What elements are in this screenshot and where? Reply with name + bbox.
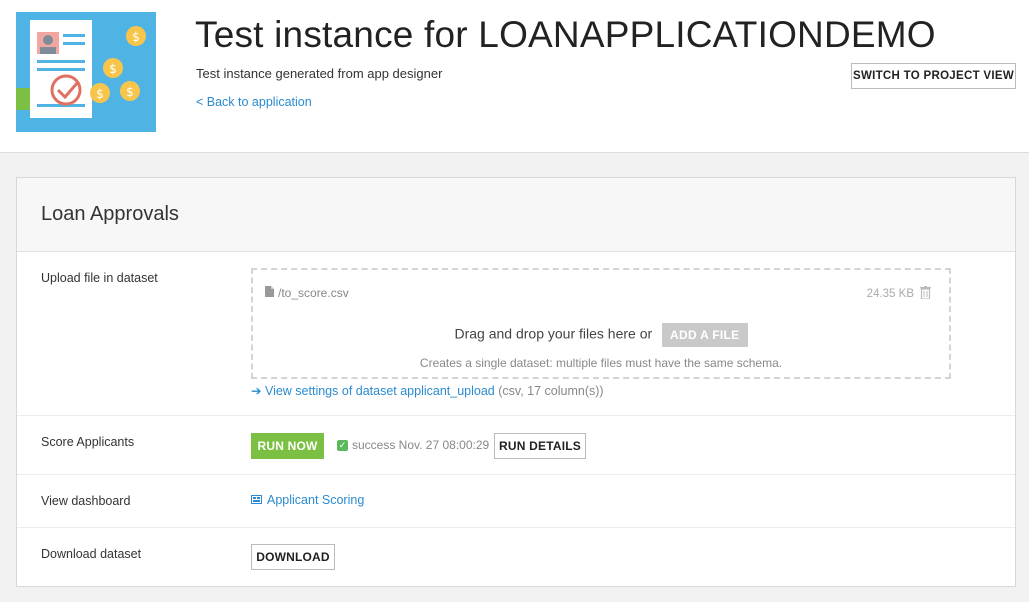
run-details-button[interactable]: RUN DETAILS <box>494 433 586 459</box>
loan-application-icon: $ $ $ $ <box>16 12 156 132</box>
dashboard-link-text: Applicant Scoring <box>267 493 365 507</box>
dataset-meta: (csv, 17 column(s)) <box>494 384 604 398</box>
uploaded-file: /to_score.csv <box>265 286 349 300</box>
success-check-icon: ✓ <box>337 439 348 451</box>
file-size: 24.35 KB <box>866 288 914 300</box>
file-size-group: 24.35 KB <box>867 286 931 302</box>
dashboard-label: View dashboard <box>41 494 131 508</box>
score-label: Score Applicants <box>41 435 135 449</box>
upload-label: Upload file in dataset <box>41 271 158 285</box>
dashboard-row: View dashboard Applicant Scoring <box>17 475 1015 528</box>
page-title: Test instance for LOANAPPLICATIONDEMO <box>195 14 936 55</box>
upload-row: Upload file in dataset /to_score.csv 24.… <box>17 253 1015 416</box>
run-now-button[interactable]: RUN NOW <box>251 433 324 459</box>
drop-text: Drag and drop your files here or <box>454 325 653 342</box>
page-subtitle: Test instance generated from app designe… <box>196 66 443 81</box>
svg-text:$: $ <box>132 30 140 44</box>
dataset-settings-line: ➔ View settings of dataset applicant_upl… <box>251 383 604 398</box>
drop-hint: Creates a single dataset: multiple files… <box>419 356 783 370</box>
status-text: success Nov. 27 08:00:29 <box>352 438 490 452</box>
svg-text:$: $ <box>96 87 104 101</box>
dashboard-icon <box>251 493 262 507</box>
dataset-settings-link[interactable]: ➔ View settings of dataset applicant_upl… <box>251 384 495 398</box>
download-button[interactable]: DOWNLOAD <box>251 544 335 570</box>
switch-to-project-view-button[interactable]: SWITCH TO PROJECT VIEW <box>851 63 1016 89</box>
applicant-scoring-link[interactable]: Applicant Scoring <box>251 493 364 507</box>
file-dropzone[interactable]: /to_score.csv 24.35 KB Drag and drop you… <box>251 268 951 379</box>
add-file-button[interactable]: ADD A FILE <box>662 323 748 347</box>
run-status: ✓ success Nov. 27 08:00:29 <box>337 438 489 452</box>
card-title: Loan Approvals <box>41 203 179 225</box>
trash-icon[interactable] <box>920 286 931 302</box>
loan-approvals-card: Loan Approvals Upload file in dataset /t… <box>16 177 1016 587</box>
score-row: Score Applicants RUN NOW ✓ success Nov. … <box>17 416 1015 475</box>
download-label: Download dataset <box>41 547 142 561</box>
dataset-settings-text: View settings of dataset applicant_uploa… <box>264 384 495 398</box>
svg-text:$: $ <box>126 85 134 99</box>
back-to-application-link[interactable]: < Back to application <box>196 95 312 109</box>
file-name: /to_score.csv <box>278 286 349 300</box>
download-row: Download dataset DOWNLOAD <box>17 528 1015 586</box>
card-header: Loan Approvals <box>17 178 1015 252</box>
app-header: $ $ $ $ Test instance for LOANAPPLICATIO… <box>0 0 1029 153</box>
drop-instructions: Drag and drop your files here or ADD A F… <box>253 323 949 347</box>
file-icon <box>265 286 274 300</box>
svg-text:$: $ <box>109 62 117 76</box>
arrow-right-icon: ➔ <box>251 384 262 398</box>
